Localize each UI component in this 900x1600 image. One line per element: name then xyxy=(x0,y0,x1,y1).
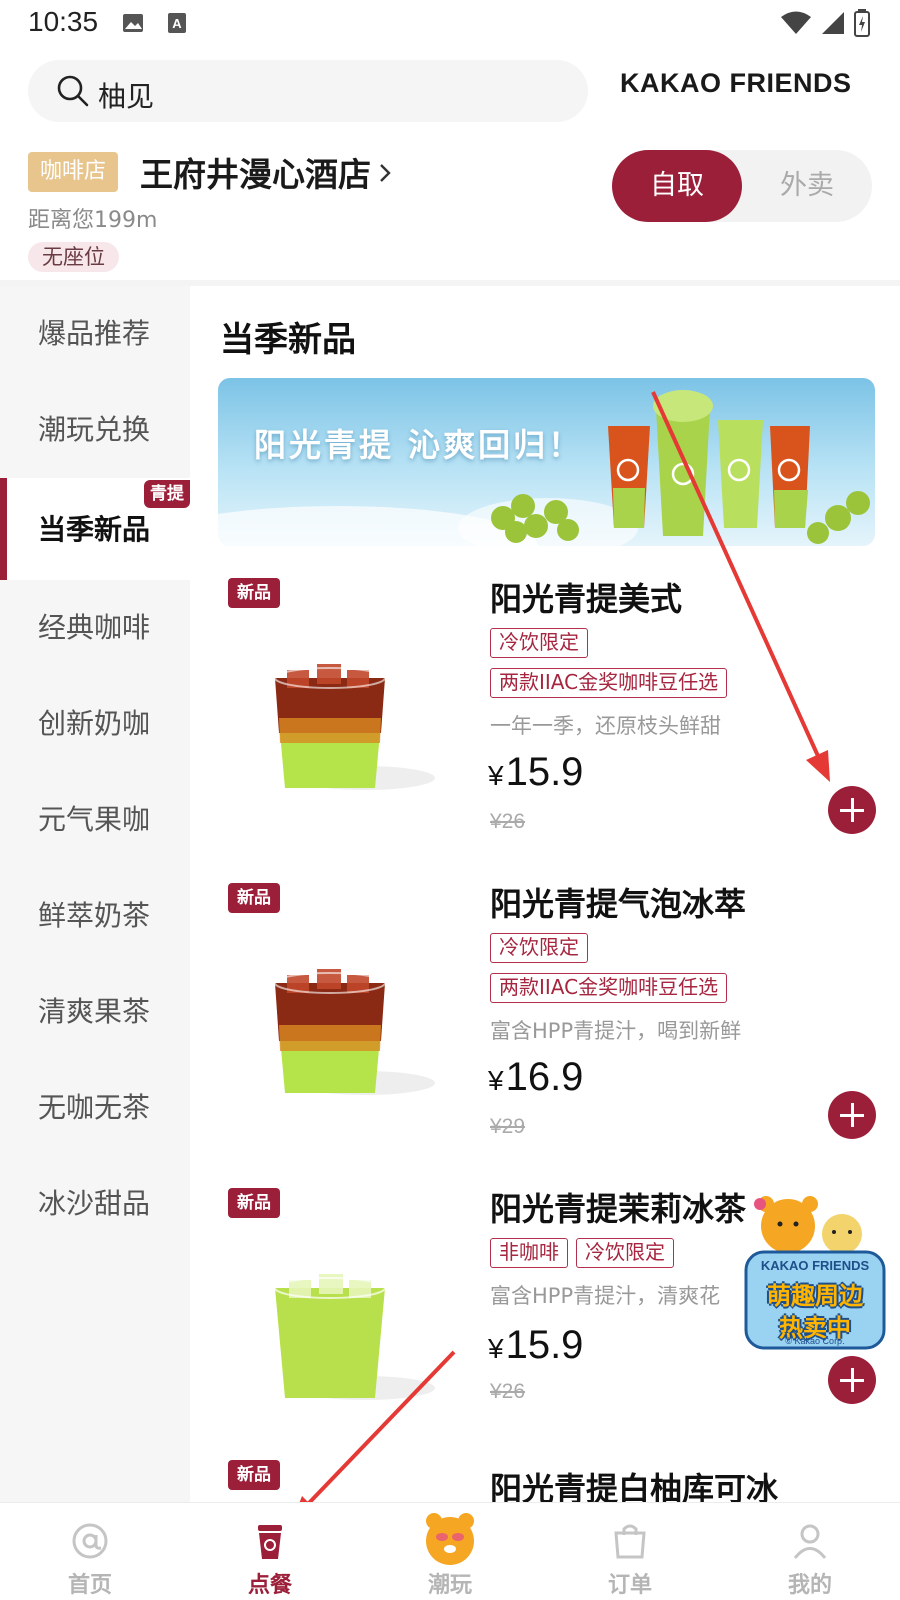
product-description: 富含HPP青提汁，清爽花 xyxy=(490,1284,721,1308)
product-tag: 非咖啡 xyxy=(490,1238,568,1268)
category-sidebar: 爆品推荐 潮玩兑换 当季新品 青提 经典咖啡 创新奶咖 元气果咖 鲜萃奶茶 清爽… xyxy=(0,286,190,1502)
product-name: 阳光青提美式 xyxy=(490,580,683,618)
font-icon: A xyxy=(168,13,186,33)
store-distance: 距离您199m xyxy=(28,208,158,233)
new-badge: 新品 xyxy=(228,1188,280,1218)
status-bar: 10:35 A xyxy=(0,0,900,48)
sidebar-item-label: 元气果咖 xyxy=(38,803,151,836)
sidebar-item-badge: 青提 xyxy=(144,480,190,508)
status-time: 10:35 xyxy=(28,6,99,37)
signal-icon xyxy=(822,12,844,34)
sidebar-item-classic-coffee[interactable]: 经典咖啡 xyxy=(0,580,190,676)
promo-banner[interactable]: 阳光青提 沁爽回归！ xyxy=(218,378,875,546)
product-original-price: ¥26 xyxy=(490,810,526,833)
product-image-grape-jasmine-tea xyxy=(274,1274,435,1400)
sidebar-item-hot[interactable]: 爆品推荐 xyxy=(0,286,190,382)
promo-line1: 萌趣周边 xyxy=(767,1282,863,1310)
sidebar-item-milk-tea[interactable]: 鲜萃奶茶 xyxy=(0,868,190,964)
chevron-right-icon[interactable] xyxy=(378,162,392,184)
product-tags: 冷饮限定 两款IIAC金奖咖啡豆任选 xyxy=(490,933,890,1013)
new-badge: 新品 xyxy=(228,883,280,913)
sidebar-item-fruit-tea[interactable]: 清爽果茶 xyxy=(0,964,190,1060)
product-price: ¥15.9 xyxy=(488,750,584,794)
nav-toys[interactable]: 潮玩 xyxy=(360,1503,540,1600)
nav-order[interactable]: 点餐 xyxy=(180,1503,360,1600)
product-name: 阳光青提白柚库可冰 xyxy=(490,1470,779,1502)
svg-text:A: A xyxy=(172,16,182,31)
product-card[interactable]: 新品 阳光青提美式 冷饮限定 两款IIAC金奖咖啡豆任选 一年一季，还原枝头鲜甜… xyxy=(190,578,900,883)
sidebar-item-no-coffee-tea[interactable]: 无咖无茶 xyxy=(0,1060,190,1156)
sidebar-item-label: 经典咖啡 xyxy=(38,611,151,644)
user-icon xyxy=(793,1524,827,1559)
promo-brand: KAKAO FRIENDS xyxy=(760,1258,870,1273)
add-to-cart-button[interactable] xyxy=(828,1091,876,1139)
product-description: 富含HPP青提汁，喝到新鲜 xyxy=(490,1019,742,1043)
ryan-character-icon xyxy=(426,1513,474,1565)
search-query: 柚见 xyxy=(98,80,155,113)
product-card[interactable]: 新品 阳光青提气泡冰萃 冷饮限定 两款IIAC金奖咖啡豆任选 富含HPP青提汁，… xyxy=(190,883,900,1188)
product-price: ¥16.9 xyxy=(488,1055,584,1099)
nav-label: 潮玩 xyxy=(427,1573,472,1598)
search-icon xyxy=(57,75,89,107)
sidebar-item-label: 创新奶咖 xyxy=(38,707,151,740)
banner-headline: 阳光青提 沁爽回归！ xyxy=(254,426,584,464)
nav-label: 订单 xyxy=(607,1573,652,1598)
battery-icon xyxy=(854,9,870,37)
active-indicator xyxy=(0,478,7,580)
store-type-badge: 咖啡店 xyxy=(28,152,119,192)
product-description: 一年一季，还原枝头鲜甜 xyxy=(490,714,721,738)
sidebar-item-label: 爆品推荐 xyxy=(38,317,151,350)
nav-orders[interactable]: 订单 xyxy=(540,1503,720,1600)
product-tag: 冷饮限定 xyxy=(490,628,588,658)
sidebar-item-label: 无咖无茶 xyxy=(38,1091,151,1124)
add-to-cart-button[interactable] xyxy=(828,786,876,834)
at-sign-icon xyxy=(72,1523,108,1559)
product-card[interactable]: 新品 阳光青提白柚库可冰 xyxy=(190,1460,900,1502)
sidebar-item-toy-exchange[interactable]: 潮玩兑换 xyxy=(0,382,190,478)
sidebar-item-seasonal[interactable]: 当季新品 青提 xyxy=(0,478,190,580)
nav-profile[interactable]: 我的 xyxy=(720,1503,900,1600)
promo-copyright: © Kakao Corp. xyxy=(785,1336,845,1346)
sidebar-item-label: 鲜萃奶茶 xyxy=(38,899,151,932)
sidebar-item-label: 潮玩兑换 xyxy=(38,413,151,446)
product-name: 阳光青提气泡冰萃 xyxy=(490,885,747,923)
delivery-option[interactable]: 外卖 xyxy=(742,150,872,222)
sidebar-item-smoothie[interactable]: 冰沙甜品 xyxy=(0,1156,190,1252)
pickup-option[interactable]: 自取 xyxy=(612,150,742,222)
pickup-delivery-toggle: 自取 外卖 xyxy=(612,150,872,222)
new-badge: 新品 xyxy=(228,578,280,608)
shopping-bag-icon xyxy=(614,1524,646,1559)
section-title: 当季新品 xyxy=(220,320,356,360)
nav-label: 我的 xyxy=(787,1573,832,1598)
nav-label: 首页 xyxy=(67,1573,112,1598)
gallery-icon xyxy=(123,14,143,32)
kakao-merch-promo-sticker[interactable]: KAKAO FRIENDS 萌趣周边 热卖中 © Kakao Corp. xyxy=(742,1196,888,1382)
product-original-price: ¥29 xyxy=(490,1115,526,1138)
nav-home[interactable]: 首页 xyxy=(0,1503,180,1600)
bottom-navigation: 首页 点餐 潮玩 订单 我的 xyxy=(0,1502,900,1600)
wifi-icon xyxy=(781,11,811,34)
product-tag: 两款IIAC金奖咖啡豆任选 xyxy=(490,973,728,1003)
nav-label: 点餐 xyxy=(247,1573,292,1598)
sidebar-item-milk-coffee[interactable]: 创新奶咖 xyxy=(0,676,190,772)
product-tag: 冷饮限定 xyxy=(576,1238,674,1268)
sidebar-item-label: 冰沙甜品 xyxy=(38,1187,151,1220)
product-image-grape-sparkling-coldbrew xyxy=(274,969,435,1095)
sidebar-item-fruit-coffee[interactable]: 元气果咖 xyxy=(0,772,190,868)
product-tags: 冷饮限定 两款IIAC金奖咖啡豆任选 xyxy=(490,628,890,708)
search-bar[interactable]: 柚见 xyxy=(28,60,588,122)
sidebar-item-label: 清爽果茶 xyxy=(38,995,151,1028)
coffee-cup-icon xyxy=(258,1525,282,1559)
kakao-friends-logo: KAKAO FRIENDS xyxy=(620,68,852,98)
product-tag: 冷饮限定 xyxy=(490,933,588,963)
store-name[interactable]: 王府井漫心酒店 xyxy=(140,148,371,196)
product-price: ¥15.9 xyxy=(488,1323,584,1367)
product-tag: 两款IIAC金奖咖啡豆任选 xyxy=(490,668,728,698)
no-seat-tag: 无座位 xyxy=(28,242,119,272)
product-image-grape-americano xyxy=(274,664,435,790)
new-badge: 新品 xyxy=(228,1460,280,1490)
product-name: 阳光青提茉莉冰茶 xyxy=(490,1190,747,1228)
product-original-price: ¥26 xyxy=(490,1380,526,1403)
sidebar-item-label: 当季新品 xyxy=(38,513,151,546)
